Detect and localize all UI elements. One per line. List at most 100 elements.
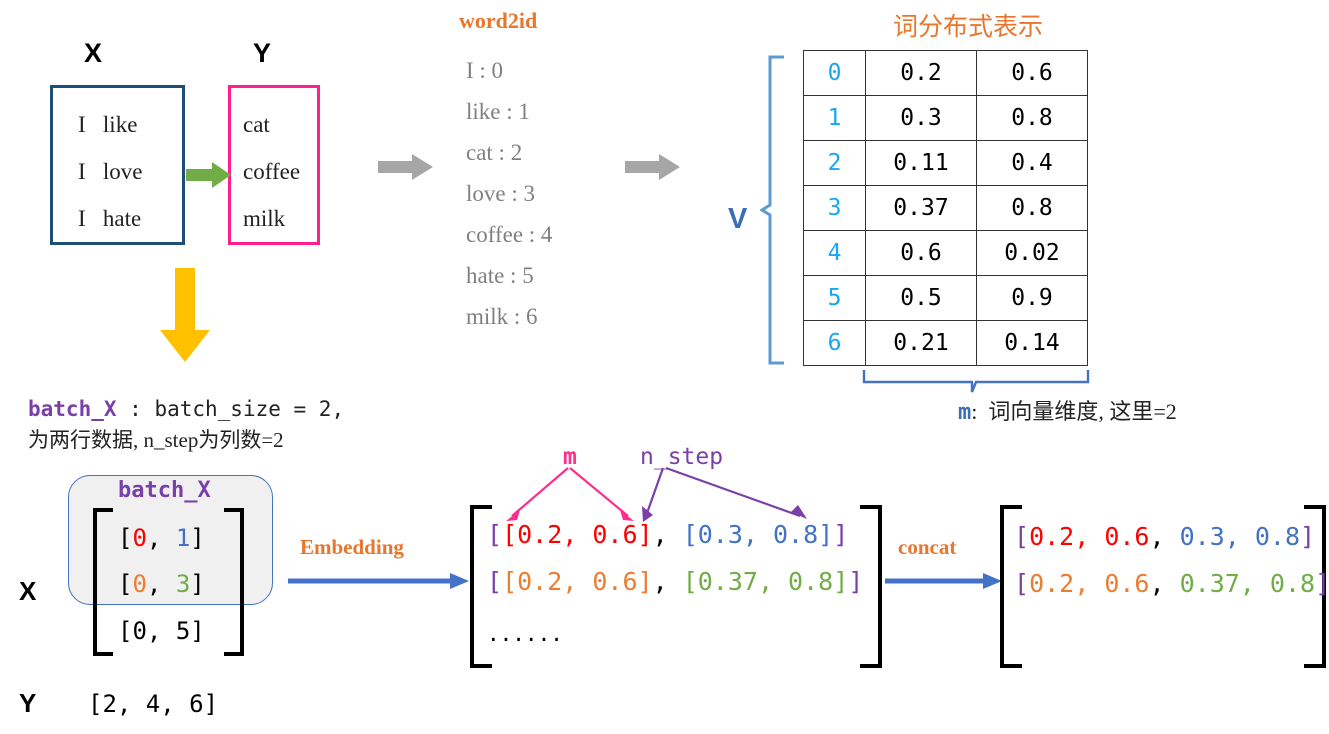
y-row-2: milk [243,206,286,231]
table-row: 3 0.37 0.8 [803,185,1088,231]
separator: , [652,520,683,549]
embedding-arrow-icon [288,573,469,589]
table-row: 6 0.21 0.14 [803,320,1088,366]
x-matrix-label: X [19,576,37,606]
batch-x-keyword: batch_X [28,397,117,421]
word2id-entry: I : 0 [466,58,504,83]
concat-segment-2: 0.3, 0.8 [1179,522,1301,551]
x-row-2: I hate [78,206,142,231]
concat-row: [0.2, 0.6, 0.37, 0.8] [1014,569,1329,598]
table-row: 5 0.5 0.9 [803,275,1088,321]
embedding-label: Embedding [300,535,404,559]
dim-2-value: 0.8 [976,185,1088,231]
bracket-open: [ [118,570,133,598]
word2id-entry: like : 1 [466,99,530,124]
dim-1-value: 0.2 [865,50,977,96]
y-vector-values: [2, 4, 6] [88,690,219,718]
embedding-table: 0 0.2 0.6 1 0.3 0.8 2 0.11 0.4 3 0.37 0.… [803,50,1088,366]
row-index: 6 [803,320,866,366]
table-row: 2 0.11 0.4 [803,140,1088,186]
y-target-box: cat coffee milk [228,85,320,245]
separator: , [146,524,176,552]
dim-2-value: 0.6 [976,50,1088,96]
green-right-arrow-icon [186,162,231,188]
separator: , [652,567,683,596]
row-index: 0 [803,50,866,96]
row-index: 4 [803,230,866,276]
bracket-open: [ [1014,569,1030,598]
word2id-entry: milk : 6 [466,304,538,329]
separator: , [1149,569,1180,598]
batch-x-row: [0, 1] [118,524,205,552]
token-id: 1 [175,524,191,552]
concat-arrow-icon [885,573,1002,589]
x-row-0: I like [78,112,138,137]
y-heading: Y [253,38,272,68]
v-label: V [728,203,748,235]
bracket-close: ] [190,617,205,645]
table-row: 4 0.6 0.02 [803,230,1088,276]
dim-1-value: 0.37 [865,185,977,231]
outer-bracket-close: ] [848,567,864,596]
embedding-vector-2: [0.37, 0.8] [682,567,849,596]
bracket-close: ] [1300,522,1316,551]
m-caption-text: : 词向量维度, 这里=2 [971,399,1177,424]
word2id-list: I : 0 like : 1 cat : 2 love : 3 coffee :… [466,50,552,337]
batch-x-row: [0, 5] [118,617,205,645]
gray-right-arrow-icon [625,154,680,180]
x-input-box: I like I love I hate [50,85,185,245]
m-symbol: m [958,400,972,425]
token-id: 0 [132,570,147,598]
matrix-ellipsis: ...... [487,622,563,646]
x-heading: X [84,38,103,68]
gray-right-arrow-icon [378,154,433,180]
token-id: 5 [175,617,191,645]
bracket-close: ] [1315,569,1329,598]
row-index: 5 [803,275,866,321]
batch-x-row: [0, 3] [118,570,205,598]
separator: , [146,570,176,598]
word2id-title: word2id [459,8,538,33]
y-row-0: cat [243,112,270,137]
separator: , [146,617,176,645]
outer-bracket-open: [ [487,520,503,549]
m-brace-icon [862,370,1090,393]
token-id: 3 [175,570,191,598]
table-row: 0 0.2 0.6 [803,50,1088,96]
bracket-close: ] [190,570,205,598]
concat-segment-2: 0.37, 0.8 [1179,569,1316,598]
dim-2-value: 0.14 [976,320,1088,366]
batch-x-caption: batch_X : batch_size = 2, 为两行数据, n_step为… [28,394,344,456]
row-index: 2 [803,140,866,186]
concat-row: [0.2, 0.6, 0.3, 0.8] [1014,522,1315,551]
x-matrix-left-bracket [93,508,113,656]
concat-segment-1: 0.2, 0.6 [1029,569,1150,598]
dim-1-value: 0.21 [865,320,977,366]
bracket-open: [ [118,617,133,645]
bracket-close: ] [190,524,205,552]
dim-2-value: 0.4 [976,140,1088,186]
dim-2-value: 0.02 [976,230,1088,276]
m-dimension-caption: m: 词向量维度, 这里=2 [958,394,1177,426]
dim-1-value: 0.3 [865,95,977,141]
embedded-row: [[0.2, 0.6], [0.37, 0.8]] [487,567,863,596]
embedding-vector-1: [0.2, 0.6] [502,567,653,596]
word2id-entry: coffee : 4 [466,222,553,247]
dim-1-value: 0.6 [865,230,977,276]
batch-x-panel-title: batch_X [118,478,211,503]
v-brace-icon [760,55,784,365]
x-matrix-right-bracket [224,508,244,656]
word2id-entry: hate : 5 [466,263,534,288]
distributed-representation-title: 词分布式表示 [893,14,1044,41]
concat-label: concat [898,535,957,559]
bracket-open: [ [118,524,133,552]
y-vector-label: Y [19,688,37,718]
concat-segment-1: 0.2, 0.6 [1029,522,1150,551]
separator: , [1149,522,1180,551]
embedded-row: [[0.2, 0.6], [0.3, 0.8]] [487,520,848,549]
embedding-vector-1: [0.2, 0.6] [502,520,653,549]
token-id: 0 [132,524,147,552]
word2id-entry: cat : 2 [466,140,523,165]
word2id-entry: love : 3 [466,181,535,206]
dim-1-value: 0.5 [865,275,977,321]
